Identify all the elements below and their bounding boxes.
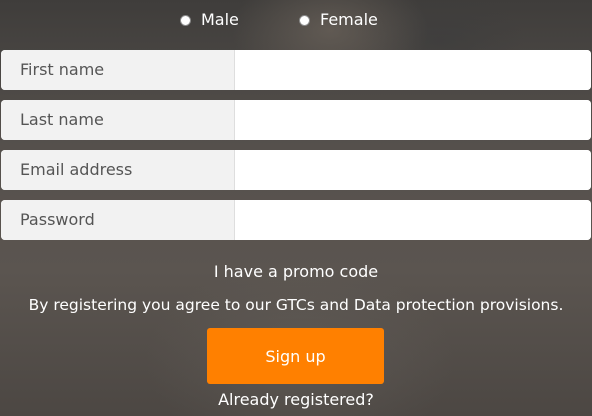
female-radio[interactable] bbox=[299, 14, 310, 26]
already-registered-link[interactable]: Already registered? bbox=[0, 390, 592, 409]
gender-selector: Male Female bbox=[0, 8, 592, 32]
gender-option-male[interactable]: Male bbox=[180, 8, 239, 32]
male-label: Male bbox=[201, 10, 239, 29]
first-name-field: First name bbox=[1, 50, 591, 90]
terms-text: By registering you agree to our GTCs and… bbox=[28, 296, 564, 314]
email-field: Email address bbox=[1, 150, 591, 190]
email-label: Email address bbox=[1, 150, 235, 190]
password-field: Password bbox=[1, 200, 591, 240]
password-label: Password bbox=[1, 200, 235, 240]
male-radio[interactable] bbox=[180, 14, 191, 26]
last-name-input[interactable] bbox=[235, 100, 591, 140]
sign-up-button[interactable]: Sign up bbox=[207, 328, 384, 384]
last-name-label: Last name bbox=[1, 100, 235, 140]
password-input[interactable] bbox=[235, 200, 591, 240]
gender-option-female[interactable]: Female bbox=[299, 8, 378, 32]
first-name-input[interactable] bbox=[235, 50, 591, 90]
promo-code-link[interactable]: I have a promo code bbox=[0, 262, 592, 281]
last-name-field: Last name bbox=[1, 100, 591, 140]
female-label: Female bbox=[320, 10, 378, 29]
first-name-label: First name bbox=[1, 50, 235, 90]
email-input[interactable] bbox=[235, 150, 591, 190]
